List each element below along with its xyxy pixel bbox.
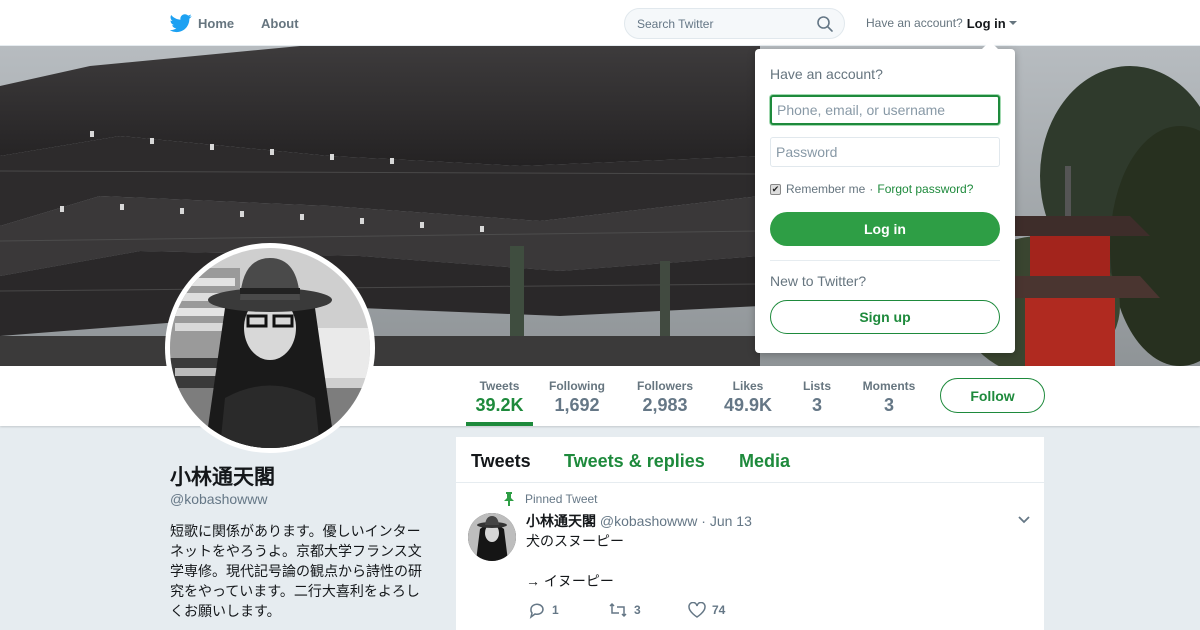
twitter-bird-icon bbox=[170, 12, 192, 34]
login-button[interactable]: Log in bbox=[770, 212, 1000, 246]
tweet-text-line bbox=[526, 551, 624, 571]
like-count: 74 bbox=[712, 603, 726, 617]
top-nav: Home About Have an account? Log in bbox=[0, 0, 1200, 46]
tweet-fullname[interactable]: 小林通天閣 bbox=[526, 513, 596, 529]
reply-button[interactable]: 1 bbox=[528, 601, 608, 619]
new-to-twitter-text: New to Twitter? bbox=[770, 273, 867, 289]
pin-icon bbox=[503, 492, 515, 506]
stat-label: Likes bbox=[732, 379, 764, 393]
stat-value: 3 bbox=[811, 395, 822, 415]
account-area: Have an account? Log in bbox=[866, 0, 1017, 46]
stat-lists[interactable]: Lists 3 bbox=[797, 366, 837, 426]
pinned-tweet-context: Pinned Tweet bbox=[503, 492, 598, 506]
tweet[interactable]: Pinned Tweet 小林通天閣 @kobashowww · Jun 13 … bbox=[456, 483, 1044, 630]
tab-media[interactable]: Media bbox=[739, 451, 790, 472]
avatar-image bbox=[170, 248, 370, 448]
pinned-label: Pinned Tweet bbox=[525, 492, 598, 506]
heart-icon bbox=[688, 602, 706, 618]
stat-followers[interactable]: Followers 2,983 bbox=[632, 366, 698, 426]
username-input[interactable] bbox=[770, 95, 1000, 125]
tweet-header: 小林通天閣 @kobashowww · Jun 13 bbox=[526, 511, 752, 531]
stat-value: 1,692 bbox=[554, 395, 600, 415]
stat-likes[interactable]: Likes 49.9K bbox=[718, 366, 778, 426]
stat-label: Moments bbox=[862, 379, 916, 393]
stat-value: 39.2K bbox=[475, 395, 524, 415]
nav-about-label: About bbox=[261, 15, 299, 31]
search-icon[interactable] bbox=[816, 15, 834, 33]
timeline: Tweets Tweets & replies Media Pinned Twe… bbox=[456, 437, 1044, 630]
remember-me-label[interactable]: Remember me bbox=[786, 182, 865, 196]
password-input[interactable] bbox=[770, 137, 1000, 167]
retweet-icon bbox=[609, 602, 627, 618]
tweet-handle[interactable]: @kobashowww bbox=[600, 513, 697, 529]
tweet-date[interactable]: Jun 13 bbox=[710, 513, 752, 529]
profile-handle[interactable]: @kobashowww bbox=[170, 491, 267, 507]
reply-icon bbox=[529, 603, 544, 619]
separator-dot: · bbox=[869, 182, 874, 196]
search-box bbox=[624, 8, 845, 39]
stat-value: 3 bbox=[883, 395, 894, 415]
nav-home-label: Home bbox=[198, 15, 235, 31]
tweet-text-line: 犬のスヌーピー bbox=[526, 533, 624, 549]
tweet-actions: 1 3 74 bbox=[528, 600, 768, 620]
tweet-text: 犬のスヌーピー → イヌーピー bbox=[526, 531, 624, 591]
tweet-avatar[interactable] bbox=[468, 513, 516, 561]
stat-label: Following bbox=[549, 379, 605, 393]
profile-bio: 短歌に関係があります。優しいインターネットをやろうよ。京都大学フランス文学専修。… bbox=[170, 523, 422, 619]
nav-about-link[interactable]: About bbox=[261, 0, 299, 46]
divider bbox=[770, 260, 1000, 261]
stat-tweets[interactable]: Tweets 39.2K bbox=[466, 366, 533, 426]
stat-moments[interactable]: Moments 3 bbox=[858, 366, 920, 426]
stat-value: 49.9K bbox=[723, 395, 773, 415]
stat-label: Followers bbox=[636, 379, 693, 393]
stat-label: Lists bbox=[802, 379, 831, 393]
signup-button[interactable]: Sign up bbox=[770, 300, 1000, 334]
retweet-count: 3 bbox=[634, 603, 641, 617]
reply-count: 1 bbox=[552, 603, 559, 617]
profile-avatar[interactable] bbox=[165, 243, 375, 453]
tab-tweets-replies[interactable]: Tweets & replies bbox=[564, 451, 705, 472]
login-dropdown-title: Have an account? bbox=[770, 66, 883, 82]
nav-home-link[interactable]: Home bbox=[170, 0, 234, 46]
timeline-tabs: Tweets Tweets & replies Media bbox=[456, 437, 1044, 483]
login-link-label: Log in bbox=[966, 15, 1006, 31]
tab-tweets[interactable]: Tweets bbox=[471, 451, 531, 472]
profile-name[interactable]: 小林通天閣 bbox=[170, 461, 275, 491]
remember-row: ✔ Remember me · Forgot password? bbox=[770, 182, 973, 196]
login-dropdown: Have an account? ✔ Remember me · Forgot … bbox=[755, 41, 1015, 353]
have-account-text: Have an account? bbox=[866, 16, 963, 30]
like-button[interactable]: 74 bbox=[688, 602, 768, 618]
stat-label: Tweets bbox=[479, 379, 520, 393]
follow-button[interactable]: Follow bbox=[940, 378, 1045, 413]
tweet-text-line: → イヌーピー bbox=[526, 573, 614, 589]
tweet-dot: · bbox=[701, 513, 706, 529]
chevron-down-icon[interactable] bbox=[1017, 515, 1031, 525]
stat-value: 2,983 bbox=[642, 395, 688, 415]
search-input[interactable] bbox=[637, 16, 807, 31]
stat-following[interactable]: Following 1,692 bbox=[544, 366, 610, 426]
caret-down-icon bbox=[1008, 21, 1017, 25]
remember-me-checkbox[interactable]: ✔ bbox=[770, 183, 781, 195]
login-dropdown-toggle[interactable]: Log in bbox=[967, 16, 1017, 31]
retweet-button[interactable]: 3 bbox=[608, 601, 688, 619]
forgot-password-link[interactable]: Forgot password? bbox=[877, 182, 973, 196]
